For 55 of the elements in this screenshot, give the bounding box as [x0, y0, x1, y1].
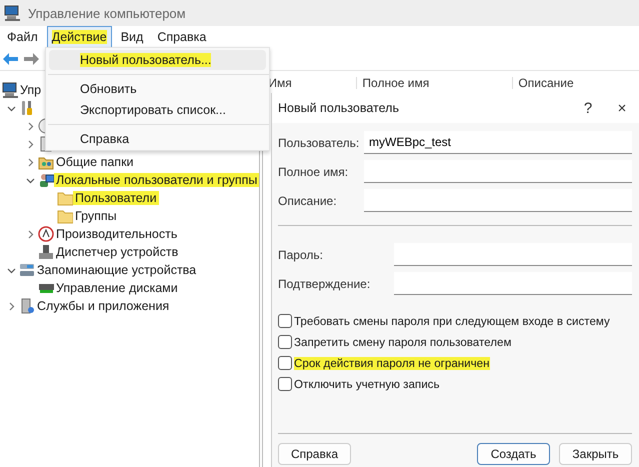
input-field[interactable]: myWEBpc_test — [364, 131, 632, 154]
menu-item[interactable]: Файл — [2, 26, 43, 48]
tools-icon — [19, 100, 35, 116]
menu-item[interactable]: Справка — [152, 26, 212, 48]
field-label: Пользователь: — [278, 136, 360, 150]
tree-item[interactable]: Службы и приложения — [0, 297, 172, 315]
window-title: Управление компьютером — [28, 6, 186, 20]
field-label: Подтверждение: — [278, 276, 370, 290]
computer-icon — [2, 82, 18, 98]
menu-item[interactable]: Справка — [49, 129, 266, 149]
server-icon — [19, 298, 35, 314]
tree-item[interactable]: Диспетчер устройств — [0, 243, 180, 261]
checkbox-label[interactable]: Запретить смену пароля пользователем — [294, 336, 512, 348]
users-icon — [38, 172, 54, 188]
tree-item[interactable]: Общие папки — [0, 153, 136, 171]
tree-item[interactable]: Пользователи — [0, 189, 159, 207]
input-field[interactable] — [364, 160, 632, 183]
dialog-button[interactable]: Закрыть — [559, 443, 632, 465]
checkbox[interactable] — [278, 377, 292, 391]
checkbox-label[interactable]: Требовать смены пароля при следующем входе в систему — [294, 314, 610, 328]
tree-item[interactable]: Упр — [0, 81, 44, 99]
help-button[interactable]: ? — [571, 100, 605, 116]
menu-item[interactable]: Новый пользователь... — [49, 50, 266, 70]
forward-arrow-icon — [23, 52, 40, 66]
menu-item[interactable]: Вид — [116, 26, 148, 48]
checkbox[interactable] — [278, 356, 292, 370]
input-field[interactable] — [394, 243, 632, 266]
field-label: Полное имя: — [278, 164, 348, 178]
close-button[interactable]: × — [605, 100, 639, 116]
tree-item[interactable]: Производительность — [0, 225, 180, 243]
back-arrow-icon — [2, 52, 19, 66]
dialog-title: Новый пользователь — [278, 101, 400, 115]
column-header[interactable]: Описание — [513, 77, 639, 89]
field-label: Описание: — [278, 194, 337, 208]
menu-item[interactable]: Экспортировать список... — [49, 100, 266, 120]
checkbox[interactable] — [278, 314, 292, 328]
checkbox[interactable] — [278, 335, 292, 349]
input-field[interactable] — [364, 189, 632, 212]
computer-icon — [4, 5, 20, 21]
tree-item[interactable]: Группы — [0, 207, 119, 225]
tree-item[interactable]: Запоминающие устройства — [0, 261, 198, 279]
device-icon — [38, 244, 54, 260]
input-field[interactable] — [394, 272, 632, 295]
gauge-icon — [38, 226, 54, 242]
dialog-button[interactable]: Создать — [477, 443, 550, 465]
field-label: Пароль: — [278, 248, 323, 262]
storage-icon — [19, 262, 35, 278]
checkbox-label[interactable]: Срок действия пароля не ограничен — [294, 356, 490, 370]
menu-item[interactable]: Обновить — [49, 79, 266, 99]
folder-icon — [57, 208, 73, 224]
tree-item[interactable]: Управление дисками — [0, 279, 180, 297]
column-header[interactable]: Полное имя — [357, 77, 514, 89]
dialog-button[interactable]: Справка — [278, 443, 351, 465]
folder-icon — [57, 190, 73, 206]
checkbox-label[interactable]: Отключить учетную запись — [294, 378, 440, 390]
